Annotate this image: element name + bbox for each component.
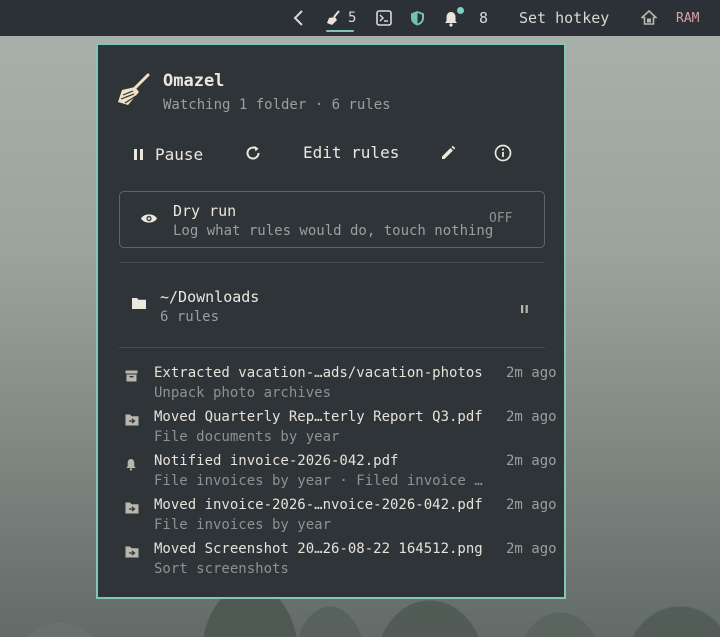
log-item: Extracted vacation-…ads/vacation-photos … <box>98 365 564 409</box>
archive-icon <box>125 370 138 382</box>
dry-run-subtitle: Log what rules would do, touch nothing <box>173 223 494 239</box>
pause-icon <box>521 305 528 313</box>
pause-icon <box>134 149 143 160</box>
log-time: 2m ago <box>506 365 557 381</box>
log-rule: Unpack photo archives <box>154 385 332 401</box>
edit-button[interactable] <box>439 144 457 162</box>
log-rule: File invoices by year <box>154 517 332 533</box>
log-time: 2m ago <box>506 541 557 557</box>
divider <box>119 262 545 263</box>
eye-icon <box>141 214 157 223</box>
top-bar: 5 8 Set hotkey RAM <box>0 0 720 36</box>
shield-button[interactable] <box>410 0 425 36</box>
pause-label: Pause <box>155 145 204 164</box>
info-icon <box>494 144 512 162</box>
broom-count: 5 <box>348 10 357 26</box>
pencil-icon <box>442 145 456 159</box>
info-button[interactable] <box>494 144 512 162</box>
dry-run-title: Dry run <box>173 202 237 220</box>
app-title: Omazel <box>163 71 225 91</box>
edit-rules-button[interactable]: Edit rules <box>303 143 399 162</box>
terminal-icon <box>376 10 392 26</box>
log-title: Moved Quarterly Rep…terly Report Q3.pdf <box>154 409 483 425</box>
chevron-left-icon <box>293 10 303 26</box>
log-time: 2m ago <box>506 497 557 513</box>
notifications-button[interactable] <box>443 0 464 36</box>
folder-move-icon <box>125 546 139 558</box>
log-item: Notified invoice-2026-042.pdf File invoi… <box>98 453 564 497</box>
folder-move-icon <box>125 414 139 426</box>
divider <box>119 347 545 348</box>
ram-indicator: RAM <box>676 10 700 26</box>
active-tray-indicator <box>326 30 354 32</box>
pause-button[interactable]: Pause <box>133 145 203 164</box>
log-rule: File invoices by year · Filed invoice … <box>154 473 483 489</box>
omazel-popup: Omazel Watching 1 folder · 6 rules Pause… <box>96 43 566 599</box>
set-hotkey-button[interactable]: Set hotkey <box>519 0 609 36</box>
log-time: 2m ago <box>506 409 557 425</box>
broom-icon <box>327 10 340 25</box>
log-item: Moved Quarterly Rep…terly Report Q3.pdf … <box>98 409 564 453</box>
bell-icon <box>126 459 136 471</box>
broom-logo-icon <box>118 73 150 105</box>
log-item: Moved Screenshot 20…26-08-22 164512.png … <box>98 541 564 585</box>
folder-name: ~/Downloads <box>160 288 260 306</box>
terminal-button[interactable] <box>376 0 392 36</box>
notification-dot <box>457 7 464 14</box>
log-title: Moved Screenshot 20…26-08-22 164512.png <box>154 541 483 557</box>
log-rule: File documents by year <box>154 429 340 445</box>
notification-count: 8 <box>479 9 489 27</box>
log-title: Moved invoice-2026-…nvoice-2026-042.pdf <box>154 497 483 513</box>
dry-run-toggle[interactable]: Dry run Log what rules would do, touch n… <box>119 191 545 248</box>
back-button[interactable] <box>292 0 306 36</box>
reload-button[interactable] <box>244 144 262 162</box>
refresh-icon <box>246 146 260 160</box>
log-rule: Sort screenshots <box>154 561 289 577</box>
home-icon <box>641 10 657 25</box>
log-title: Extracted vacation-…ads/vacation-photos <box>154 365 483 381</box>
app-subtitle: Watching 1 folder · 6 rules <box>163 97 391 113</box>
log-time: 2m ago <box>506 453 557 469</box>
folder-rules-count: 6 rules <box>160 309 220 325</box>
shield-icon <box>411 11 424 26</box>
dry-run-state: OFF <box>489 211 513 226</box>
folder-move-icon <box>125 502 139 514</box>
home-button[interactable] <box>641 0 657 36</box>
folder-icon <box>132 298 146 309</box>
log-item: Moved invoice-2026-…nvoice-2026-042.pdf … <box>98 497 564 541</box>
log-title: Notified invoice-2026-042.pdf <box>154 453 399 469</box>
folder-pause-button[interactable] <box>520 299 529 318</box>
